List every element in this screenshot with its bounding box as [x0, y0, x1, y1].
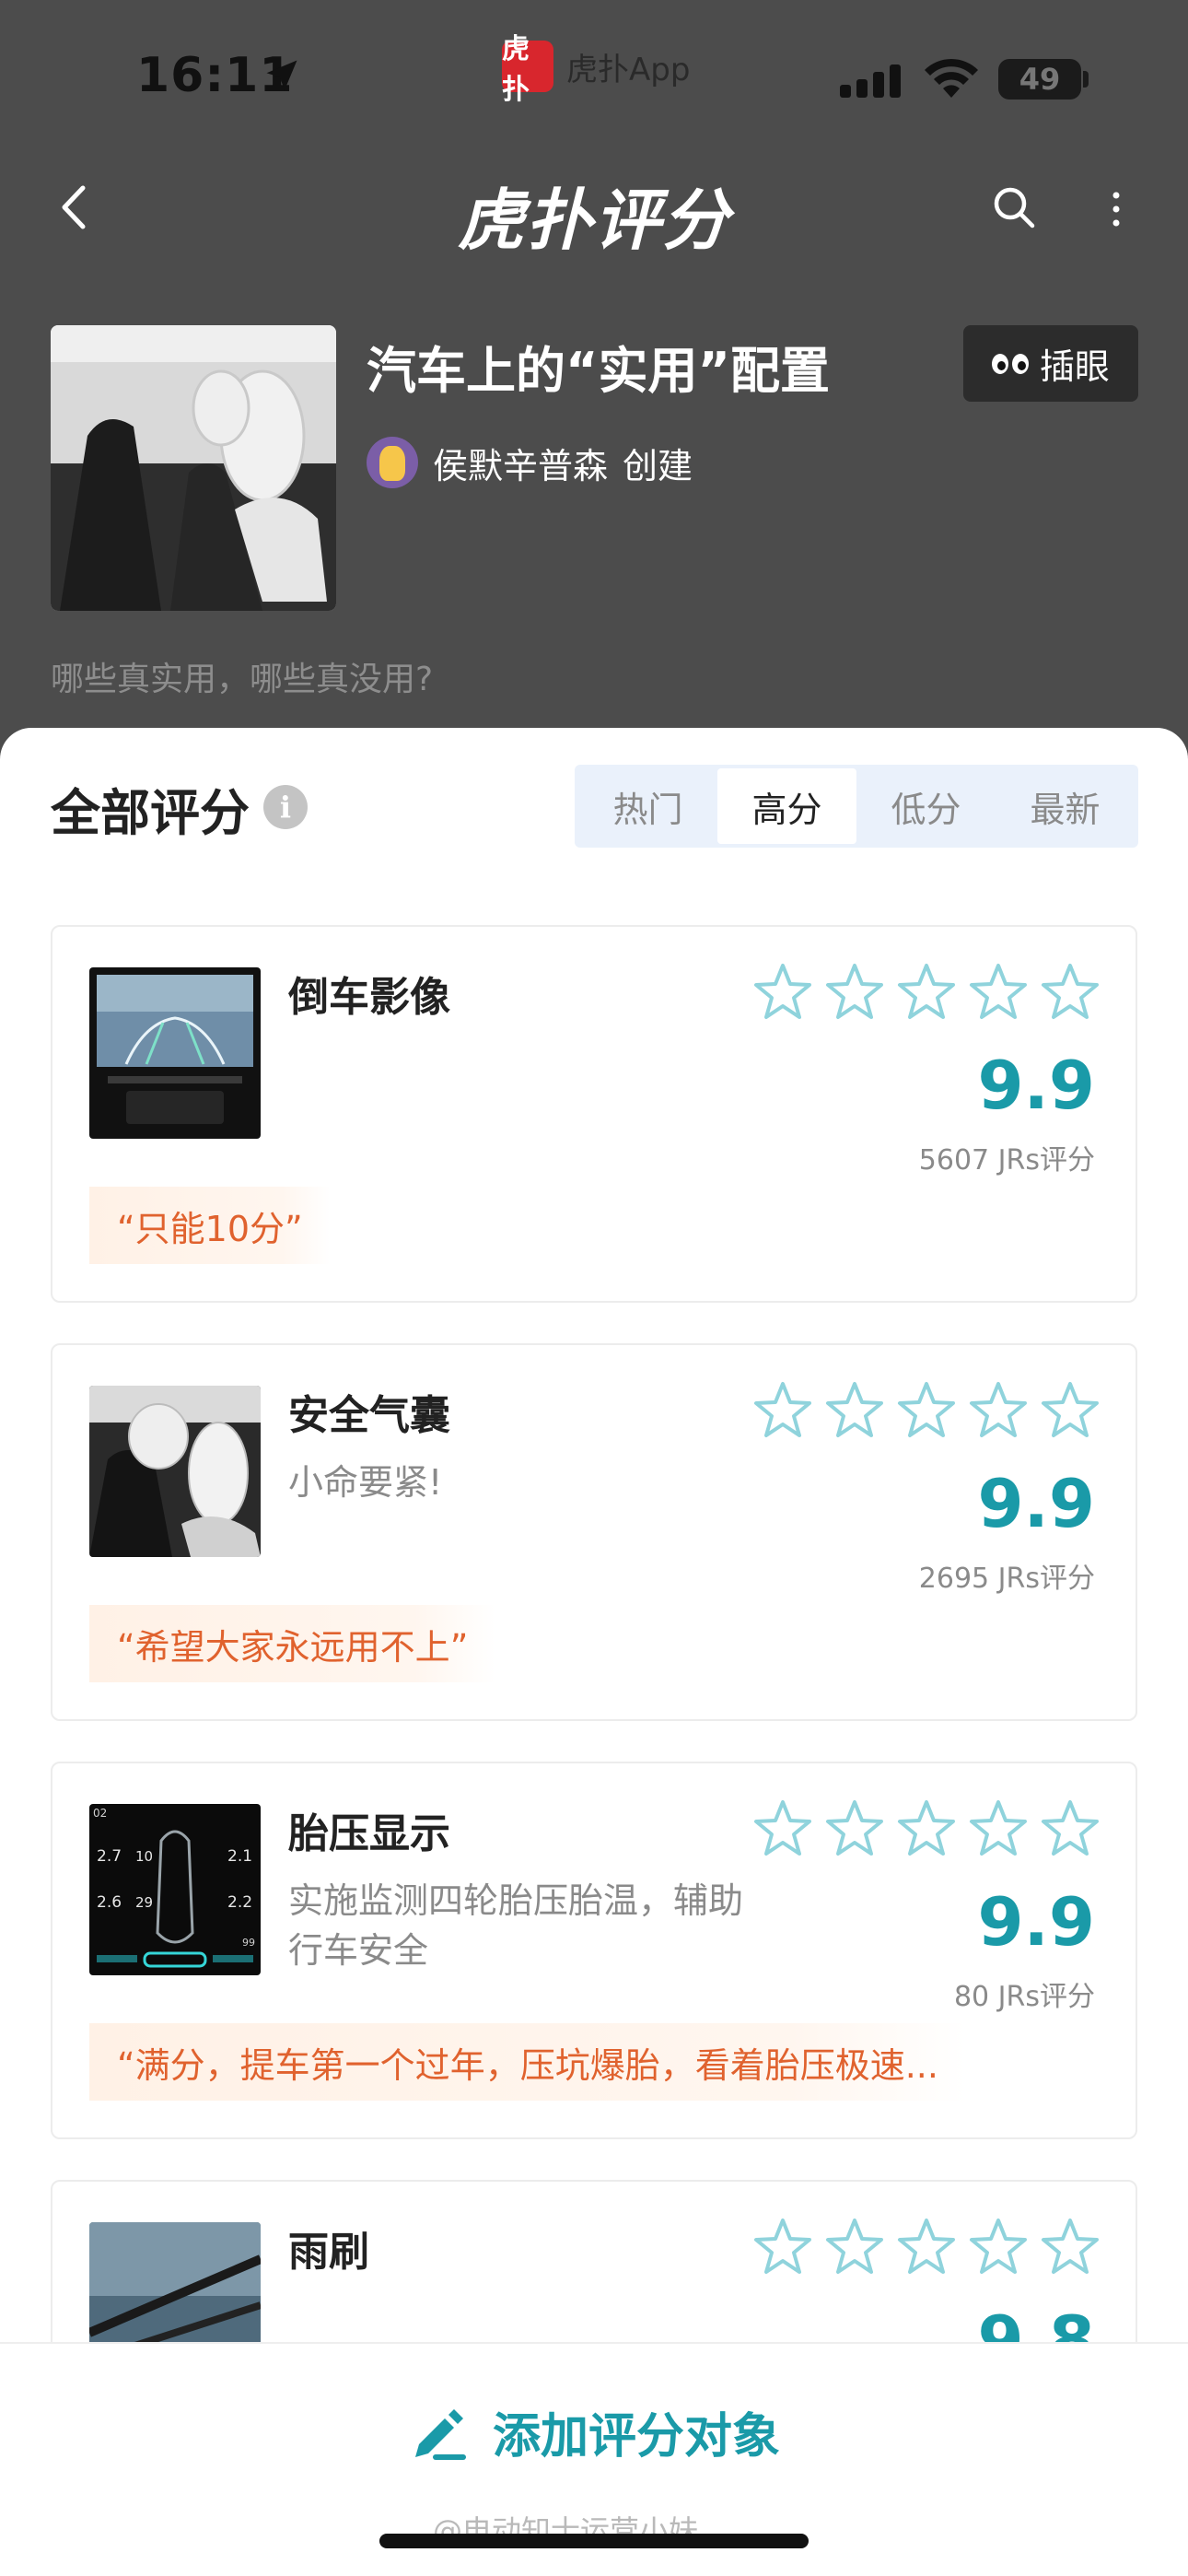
thumb-rear-right: 2.2: [227, 1893, 252, 1912]
star-icon: [826, 964, 883, 1019]
rating-card[interactable]: 倒车影像 9.9 5607 JRs评分 “只能10分”: [51, 925, 1137, 1303]
star-icon: [826, 1382, 883, 1437]
tab-hot[interactable]: 热门: [578, 768, 717, 844]
cellular-signal-icon: [840, 64, 901, 98]
thumb-rear-left-temp: 29: [135, 1894, 153, 1911]
source-app[interactable]: 虎扑 虎扑App: [502, 33, 691, 106]
star-icon: [1042, 964, 1099, 1019]
wifi-icon: [925, 58, 978, 98]
creator-info[interactable]: 侯默辛普森 创建: [367, 437, 693, 488]
star-icon: [970, 1800, 1027, 1856]
star-icon: [898, 964, 955, 1019]
rating-item-subtitle: 小命要紧!: [288, 1462, 443, 1503]
app-logo: 虎扑: [502, 33, 553, 106]
watch-button-label: 插眼: [1039, 346, 1110, 387]
creator-name: 侯默辛普森: [433, 445, 609, 486]
rating-item-name: 安全气囊: [288, 1392, 450, 1439]
tab-latest[interactable]: 最新: [996, 768, 1135, 844]
star-icon: [826, 2219, 883, 2274]
rating-item-name: 胎压显示: [288, 1810, 450, 1857]
topic-title: 汽车上的“实用”配置: [367, 342, 830, 400]
topic-description: 哪些真实用，哪些真没用?: [51, 661, 434, 698]
rating-score: 9.9: [977, 1047, 1095, 1124]
star-rating: [752, 1380, 1101, 1439]
star-icon: [1042, 1800, 1099, 1856]
star-icon: [970, 2219, 1027, 2274]
star-icon: [898, 1382, 955, 1437]
thumb-front-left: 2.7: [97, 1847, 122, 1866]
battery-tip: [1083, 71, 1089, 88]
rating-vote-count: 2695 JRs评分: [918, 1563, 1095, 1595]
star-rating: [752, 1798, 1101, 1857]
location-arrow-icon: [266, 60, 297, 91]
tab-high-score[interactable]: 高分: [717, 768, 856, 844]
star-icon: [754, 1382, 811, 1437]
status-bar: 16:11 虎扑 虎扑App 49: [0, 0, 1188, 147]
eyes-icon: [991, 353, 1029, 374]
thumb-range: 99: [242, 1937, 255, 1949]
star-icon: [898, 1800, 955, 1856]
top-comment[interactable]: “满分，提车第一个过年，压坑爆胎，看着胎压极速...: [89, 2023, 966, 2101]
thumb-time: 02: [93, 1807, 107, 1820]
star-icon: [754, 1800, 811, 1856]
rating-item-subtitle: 实施监测四轮胎压胎温，辅助行车安全: [288, 1880, 744, 1971]
top-comment[interactable]: “希望大家永远用不上”: [89, 1605, 496, 1682]
search-icon[interactable]: [991, 184, 1037, 230]
star-icon: [1042, 2219, 1099, 2274]
star-icon: [970, 964, 1027, 1019]
topic-cover-image: [51, 325, 336, 611]
info-icon[interactable]: i: [263, 785, 308, 829]
rating-score: 9.9: [977, 1465, 1095, 1542]
star-icon: [754, 2219, 811, 2274]
airbag-icon: [89, 1386, 261, 1557]
brand-text: 虎扑评分: [457, 181, 730, 259]
thumb-front-right: 2.1: [227, 1847, 252, 1866]
more-options-icon[interactable]: [1105, 186, 1127, 232]
rating-item-name: 倒车影像: [288, 974, 450, 1021]
ratings-panel: 全部评分 i 热门 高分 低分 最新 倒车影像 9.9 5607 JRs评分 “…: [0, 728, 1188, 2576]
rating-card[interactable]: 安全气囊 小命要紧! 9.9 2695 JRs评分 “希望大家永远用不上”: [51, 1343, 1137, 1721]
edit-pen-icon: [414, 2408, 466, 2460]
star-icon: [898, 2219, 955, 2274]
tab-low-score[interactable]: 低分: [856, 768, 996, 844]
add-rating-object-label: 添加评分对象: [492, 2409, 780, 2465]
topic-header: 16:11 虎扑 虎扑App 49 虎扑评分 汽车上的“实用”配置 插眼 侯默辛…: [0, 0, 1188, 765]
creator-avatar[interactable]: [367, 437, 418, 488]
tire-pressure-icon: 02 2.7 10 2.1 2.6 29 2.2 99: [89, 1804, 261, 1975]
star-icon: [826, 1800, 883, 1856]
rating-vote-count: 5607 JRs评分: [918, 1144, 1095, 1177]
thumb-rear-left: 2.6: [97, 1893, 122, 1912]
rating-vote-count: 80 JRs评分: [953, 1981, 1095, 2013]
battery-indicator: 49: [998, 59, 1081, 100]
reverse-camera-icon: [89, 967, 261, 1139]
rating-item-name: 雨刷: [288, 2229, 369, 2276]
nav-bar: 虎扑评分: [0, 147, 1188, 267]
ratings-section-title: 全部评分: [51, 784, 250, 842]
rating-score: 9.9: [977, 1883, 1095, 1961]
add-rating-object-button[interactable]: 添加评分对象: [0, 2397, 1188, 2466]
star-icon: [1042, 1382, 1099, 1437]
top-comment[interactable]: “只能10分”: [89, 1187, 331, 1264]
star-rating: [752, 2217, 1101, 2276]
ratings-header: 全部评分 i 热门 高分 低分 最新: [0, 728, 1188, 912]
star-icon: [970, 1382, 1027, 1437]
sort-tabs: 热门 高分 低分 最新: [575, 765, 1138, 848]
home-indicator[interactable]: [379, 2534, 809, 2548]
rating-card[interactable]: 02 2.7 10 2.1 2.6 29 2.2 99 胎压显示 实施监测四轮胎…: [51, 1762, 1137, 2139]
app-name: 虎扑App: [566, 51, 691, 88]
watch-button[interactable]: 插眼: [963, 325, 1138, 402]
star-rating: [752, 962, 1101, 1021]
thumb-front-left-temp: 10: [135, 1848, 153, 1865]
star-icon: [754, 964, 811, 1019]
creator-suffix: 创建: [623, 445, 693, 486]
